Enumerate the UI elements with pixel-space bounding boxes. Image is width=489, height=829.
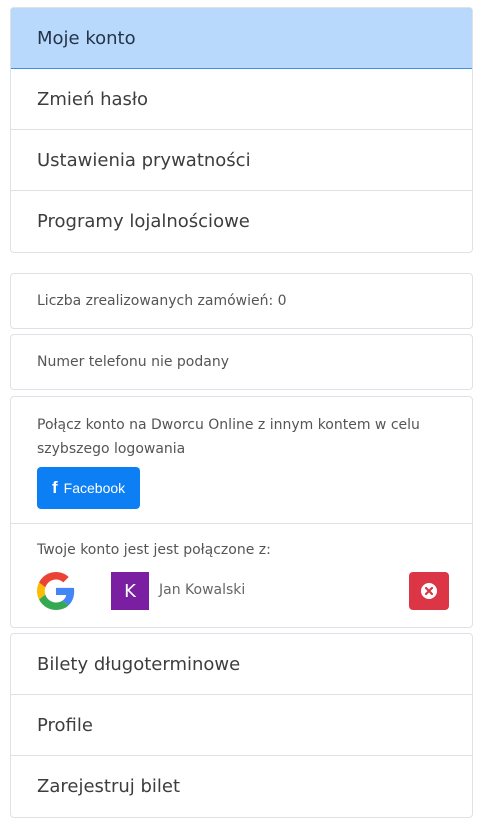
linked-accounts-title: Twoje konto jest jest połączone z: [37,542,271,558]
facebook-icon: f [52,478,58,497]
orders-count-text: Liczba zrealizowanych zamówień: 0 [37,293,287,309]
avatar: K [111,572,149,610]
menu-item-loyalty-programs[interactable]: Programy lojalnościowe [11,191,472,252]
account-menu: Moje konto Zmień hasło Ustawienia prywat… [10,7,473,253]
connect-description: Połącz konto na Dworcu Online z innym ko… [37,417,420,457]
menu-item-change-password[interactable]: Zmień hasło [11,69,472,130]
orders-card: Liczba zrealizowanych zamówień: 0 [10,273,473,329]
close-circle-icon [421,583,437,599]
google-icon [37,572,75,610]
linked-accounts-section: Twoje konto jest jest połączone z: K Jan… [11,524,472,626]
linked-account-row: K Jan Kowalski [37,572,449,612]
facebook-button-label: Facebook [63,480,126,496]
phone-text: Numer telefonu nie podany [37,354,230,370]
facebook-button[interactable]: f Facebook [37,467,141,509]
remove-linked-account-button[interactable] [409,572,449,610]
menu-item-my-account[interactable]: Moje konto [11,8,472,69]
linked-user-name: Jan Kowalski [159,582,246,598]
menu-item-register-ticket[interactable]: Zarejestruj bilet [11,756,472,817]
phone-card: Numer telefonu nie podany [10,334,473,390]
menu-item-long-term-tickets[interactable]: Bilety długoterminowe [11,634,472,695]
connect-section: Połącz konto na Dworcu Online z innym ko… [11,397,472,524]
menu-item-profiles[interactable]: Profile [11,695,472,756]
social-login-card: Połącz konto na Dworcu Online z innym ko… [10,396,473,628]
menu-item-privacy-settings[interactable]: Ustawienia prywatności [11,130,472,191]
tickets-menu: Bilety długoterminowe Profile Zarejestru… [10,633,473,818]
